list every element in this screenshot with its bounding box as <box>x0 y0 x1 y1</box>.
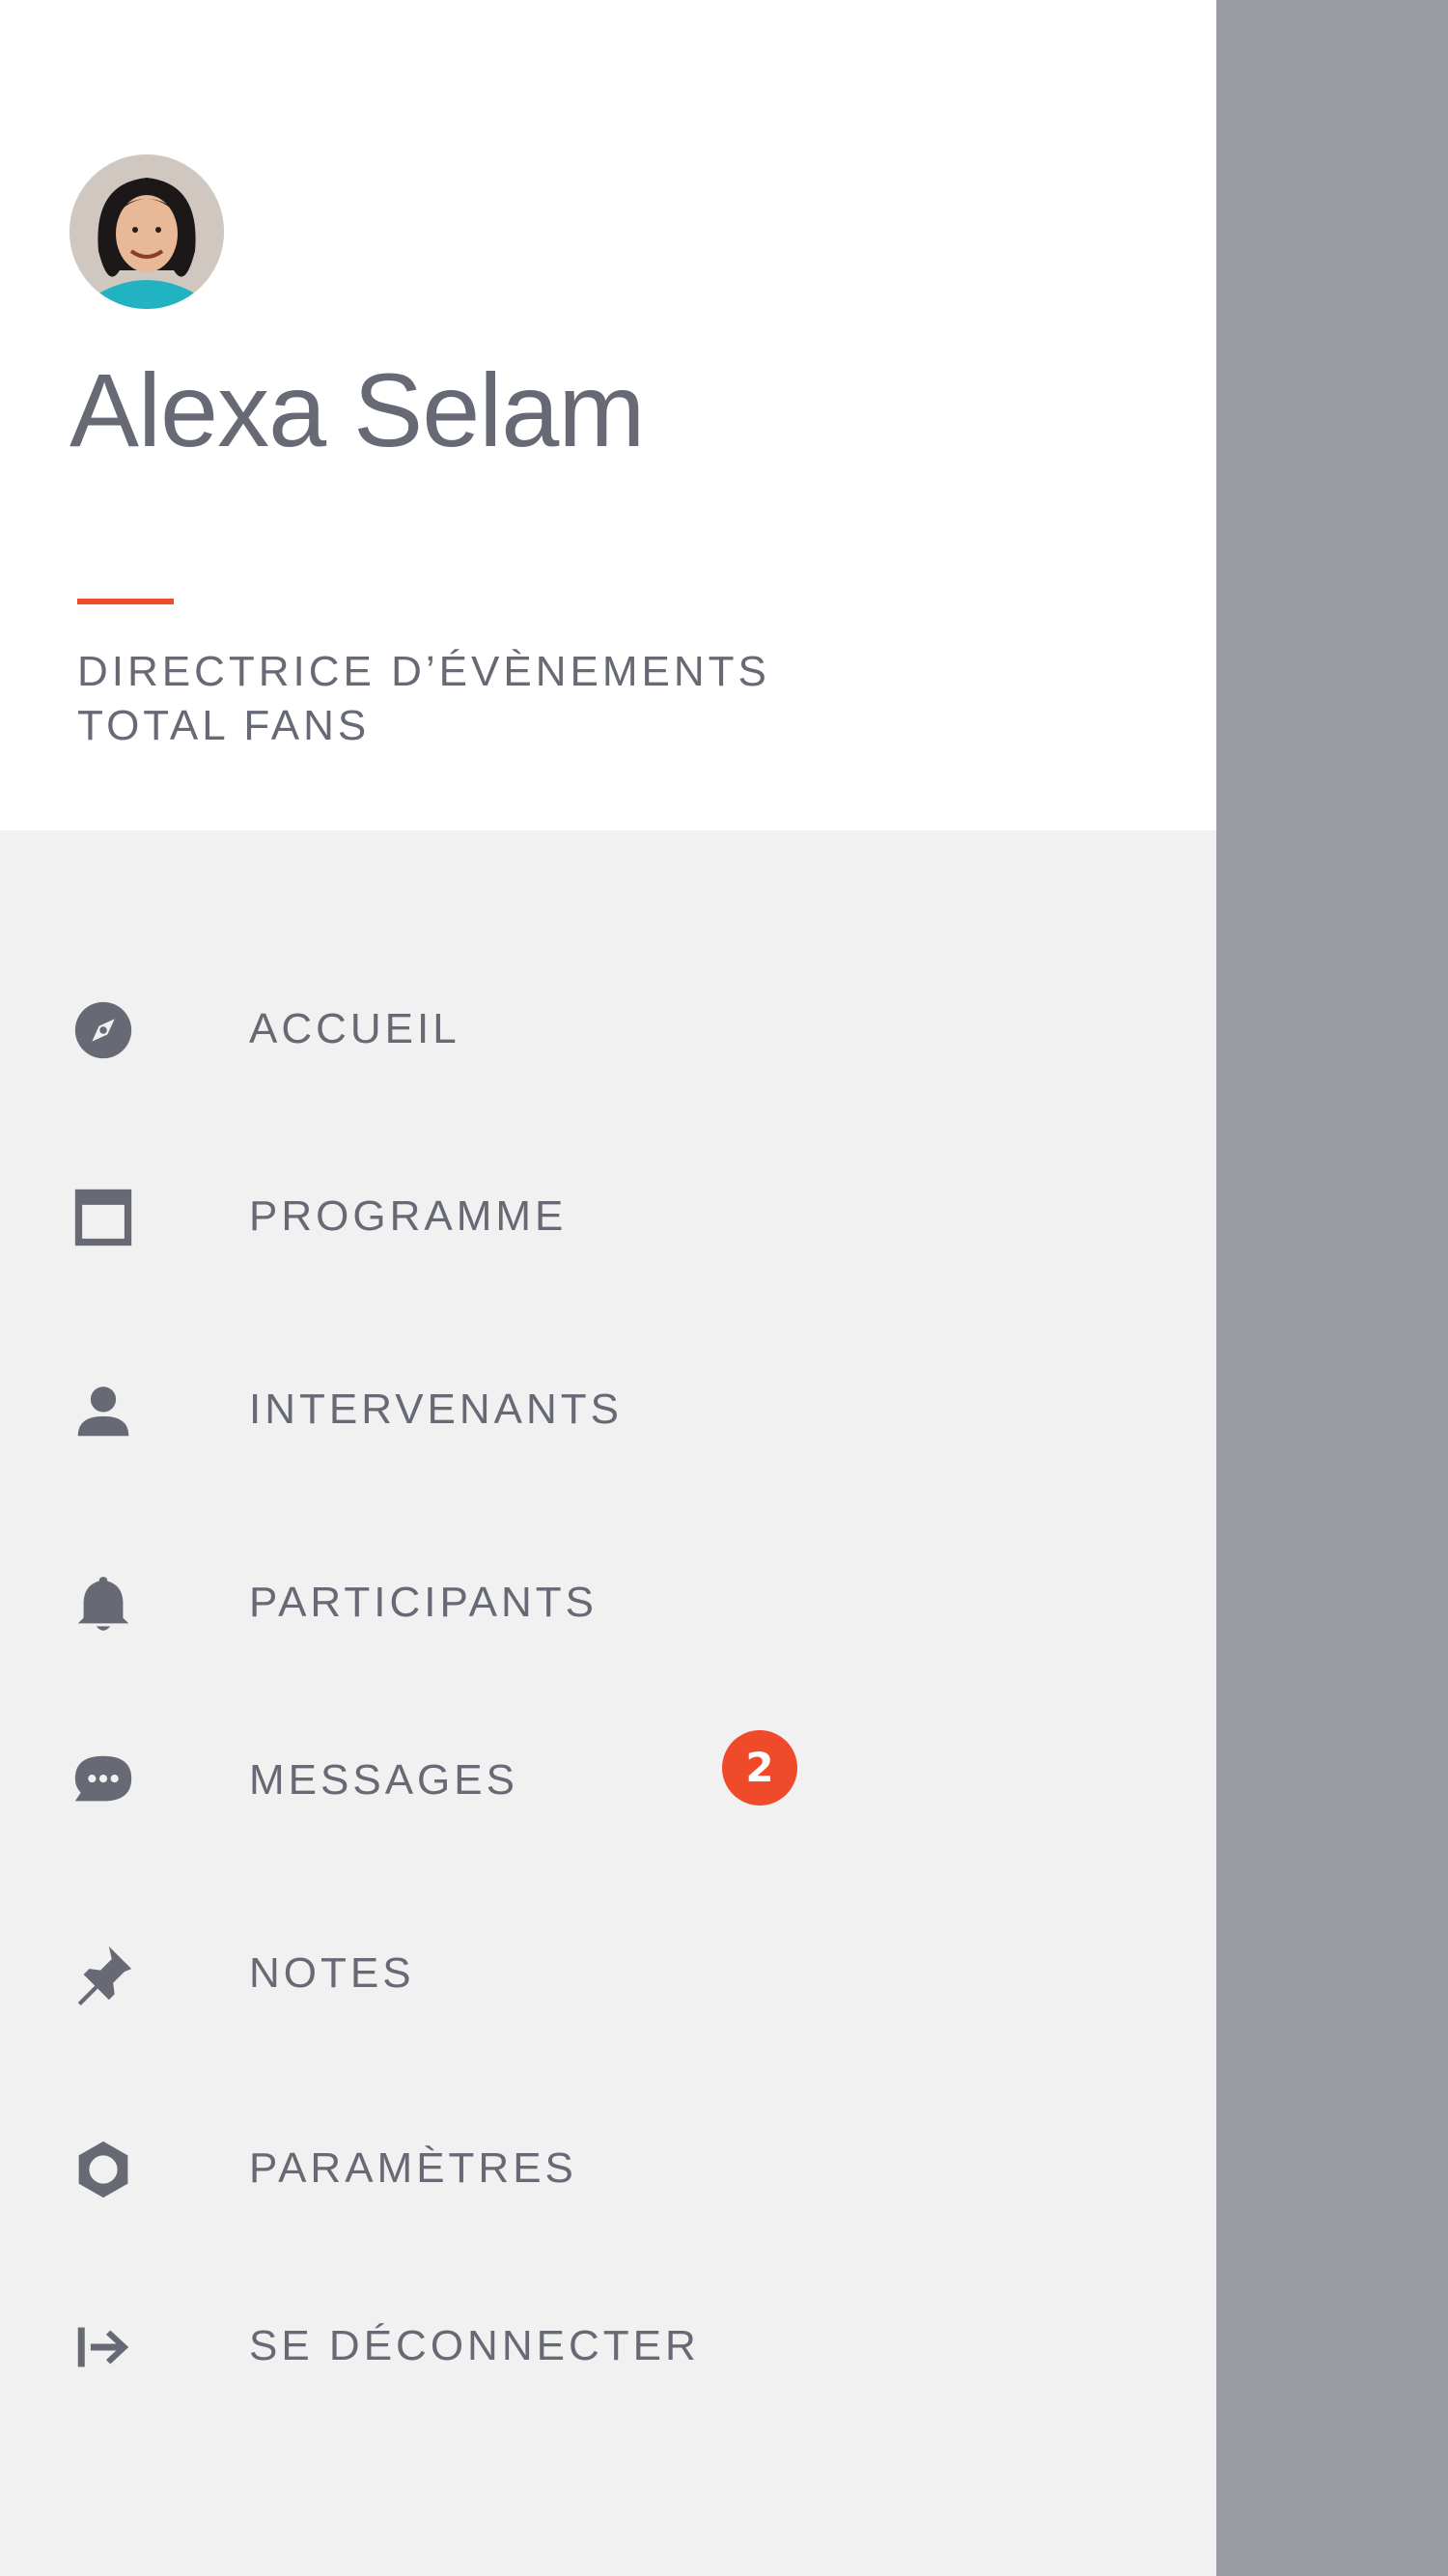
menu-item-participants[interactable]: PARTICIPANTS <box>0 1531 1216 1676</box>
compass-icon <box>70 996 137 1064</box>
menu-label: ACCUEIL <box>249 1005 460 1052</box>
menu-label: PARTICIPANTS <box>249 1579 598 1626</box>
bell-icon <box>70 1570 137 1638</box>
menu-item-parametres[interactable]: PARAMÈTRES <box>0 2097 1216 2242</box>
menu-item-messages[interactable]: MESSAGES 2 <box>0 1709 1216 1854</box>
logout-icon <box>70 2313 137 2381</box>
avatar[interactable] <box>70 154 224 309</box>
chat-bubble-icon <box>70 1748 137 1815</box>
gear-icon <box>70 2136 137 2203</box>
user-fans-label: TOTAL FANS <box>77 702 371 749</box>
accent-divider <box>77 599 174 604</box>
navigation-drawer: Alexa Selam DIRECTRICE D’ÉVÈNEMENTS TOTA… <box>0 0 1216 2576</box>
menu-label: SE DÉCONNECTER <box>249 2322 700 2369</box>
user-role: DIRECTRICE D’ÉVÈNEMENTS <box>77 648 770 695</box>
menu-label: MESSAGES <box>249 1756 518 1804</box>
calendar-icon <box>70 1184 137 1251</box>
menu-label: INTERVENANTS <box>249 1386 624 1433</box>
user-name: Alexa Selam <box>70 351 645 468</box>
menu-item-accueil[interactable]: ACCUEIL <box>0 958 1216 1103</box>
menu-label: PROGRAMME <box>249 1192 568 1240</box>
avatar-image <box>70 154 224 309</box>
scrim-overlay[interactable] <box>1216 0 1448 2576</box>
menu-item-intervenants[interactable]: INTERVENANTS <box>0 1338 1216 1483</box>
menu-item-se-deconnecter[interactable]: SE DÉCONNECTER <box>0 2275 1216 2420</box>
profile-header: Alexa Selam DIRECTRICE D’ÉVÈNEMENTS TOTA… <box>0 0 1216 830</box>
menu-label: NOTES <box>249 1949 415 1997</box>
menu-item-programme[interactable]: PROGRAMME <box>0 1145 1216 1290</box>
menu-label: PARAMÈTRES <box>249 2144 577 2192</box>
person-icon <box>70 1377 137 1444</box>
unread-count-badge: 2 <box>722 1730 797 1806</box>
menu-item-notes[interactable]: NOTES <box>0 1902 1216 2047</box>
pin-icon <box>70 1941 137 2008</box>
